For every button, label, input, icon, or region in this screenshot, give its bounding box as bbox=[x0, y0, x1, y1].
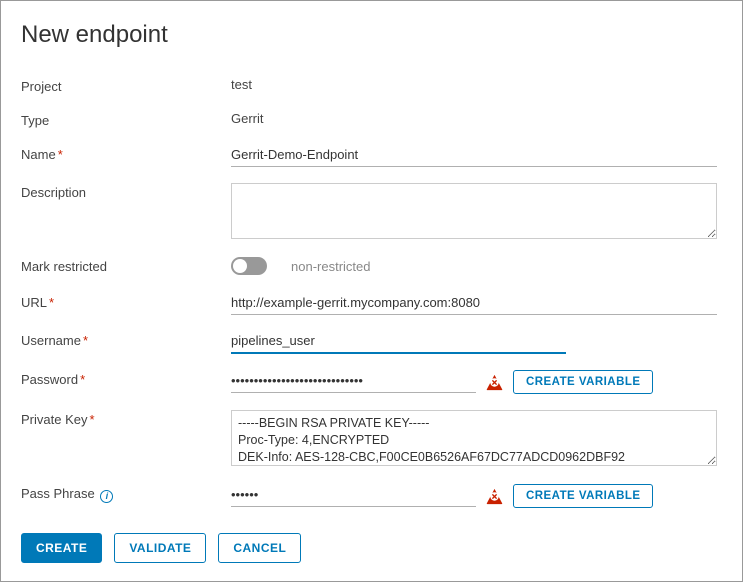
label-description: Description bbox=[21, 183, 231, 200]
alert-icon bbox=[486, 374, 503, 391]
new-endpoint-panel: New endpoint Project test Type Gerrit Na… bbox=[0, 0, 743, 582]
label-username: Username* bbox=[21, 331, 231, 348]
url-input[interactable] bbox=[231, 293, 717, 315]
validate-button[interactable]: VALIDATE bbox=[114, 533, 206, 563]
required-asterisk: * bbox=[49, 295, 54, 310]
info-icon[interactable]: i bbox=[100, 490, 113, 503]
restricted-toggle-label: non-restricted bbox=[291, 259, 370, 274]
create-variable-button-passphrase[interactable]: CREATE VARIABLE bbox=[513, 484, 653, 508]
label-password: Password* bbox=[21, 370, 231, 387]
required-asterisk: * bbox=[58, 147, 63, 162]
row-mark-restricted: Mark restricted non-restricted bbox=[21, 257, 722, 277]
label-type: Type bbox=[21, 111, 231, 128]
required-asterisk: * bbox=[83, 333, 88, 348]
alert-icon bbox=[486, 488, 503, 505]
value-project: test bbox=[231, 77, 252, 92]
label-name: Name* bbox=[21, 145, 231, 162]
create-button[interactable]: CREATE bbox=[21, 533, 102, 563]
required-asterisk: * bbox=[80, 372, 85, 387]
label-url: URL* bbox=[21, 293, 231, 310]
row-pass-phrase: Pass Phrase i CREATE VARIABLE bbox=[21, 484, 722, 508]
value-type: Gerrit bbox=[231, 111, 264, 126]
pass-phrase-input[interactable] bbox=[231, 485, 476, 507]
required-asterisk: * bbox=[89, 412, 94, 427]
row-type: Type Gerrit bbox=[21, 111, 722, 131]
label-mark-restricted: Mark restricted bbox=[21, 257, 231, 274]
row-password: Password* CREATE VARIABLE bbox=[21, 370, 722, 394]
page-title: New endpoint bbox=[21, 21, 722, 49]
row-name: Name* bbox=[21, 145, 722, 167]
label-pass-phrase: Pass Phrase i bbox=[21, 484, 231, 503]
restricted-toggle[interactable] bbox=[231, 257, 267, 275]
username-input[interactable] bbox=[231, 331, 566, 354]
label-project: Project bbox=[21, 77, 231, 94]
private-key-textarea[interactable]: -----BEGIN RSA PRIVATE KEY----- Proc-Typ… bbox=[231, 410, 717, 466]
row-private-key: Private Key* -----BEGIN RSA PRIVATE KEY-… bbox=[21, 410, 722, 466]
row-description: Description bbox=[21, 183, 722, 239]
row-url: URL* bbox=[21, 293, 722, 315]
cancel-button[interactable]: CANCEL bbox=[218, 533, 301, 563]
label-private-key: Private Key* bbox=[21, 410, 231, 427]
footer-actions: CREATE VALIDATE CANCEL bbox=[21, 533, 301, 563]
create-variable-button-password[interactable]: CREATE VARIABLE bbox=[513, 370, 653, 394]
row-username: Username* bbox=[21, 331, 722, 354]
password-input[interactable] bbox=[231, 371, 476, 393]
name-input[interactable] bbox=[231, 145, 717, 167]
row-project: Project test bbox=[21, 77, 722, 97]
description-textarea[interactable] bbox=[231, 183, 717, 239]
